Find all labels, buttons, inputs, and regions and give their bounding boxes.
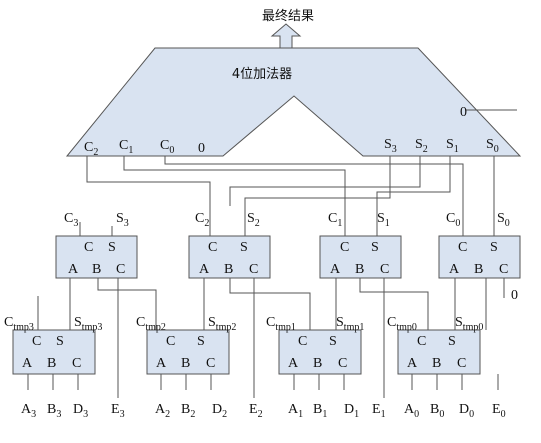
svg-text:A: A bbox=[449, 262, 460, 277]
svg-text:S: S bbox=[197, 334, 205, 349]
svg-text:A: A bbox=[199, 262, 210, 277]
input-e3: E3 bbox=[111, 402, 125, 420]
input-d2: D2 bbox=[212, 402, 227, 420]
svg-text:A: A bbox=[288, 356, 299, 371]
input-a2: A2 bbox=[155, 402, 170, 420]
bottom-adder-0: C S A B C bbox=[397, 329, 481, 375]
svg-text:B: B bbox=[313, 356, 322, 371]
top-adder-0-c-out: C0 bbox=[446, 211, 460, 229]
input-d3: D3 bbox=[73, 402, 88, 420]
svg-text:A: A bbox=[330, 262, 341, 277]
svg-text:B: B bbox=[47, 356, 56, 371]
input-e0: E0 bbox=[492, 402, 506, 420]
svg-text:C: C bbox=[84, 240, 93, 255]
svg-text:A: A bbox=[68, 262, 79, 277]
top-adder-3-s-out: S3 bbox=[116, 211, 129, 229]
top-adder-3: C S A B C bbox=[55, 222, 138, 279]
input-e1: E1 bbox=[372, 402, 386, 420]
result-label: 最终结果 bbox=[262, 8, 314, 24]
svg-text:C: C bbox=[208, 240, 217, 255]
svg-text:C: C bbox=[249, 262, 258, 277]
svg-text:S: S bbox=[329, 334, 337, 349]
svg-text:C: C bbox=[72, 356, 81, 371]
input-a1: A1 bbox=[288, 402, 303, 420]
input-d0: D0 bbox=[459, 402, 474, 420]
adder-tree-diagram: 最终结果 4位加法器 0 0 C2 C1 C0 S3 S2 S1 S0 C S … bbox=[4, 8, 522, 420]
svg-text:B: B bbox=[181, 356, 190, 371]
top-adder-2-c-out: C2 bbox=[195, 211, 209, 229]
input-b1: B1 bbox=[313, 402, 327, 420]
bottom-adder-3: C S A B C bbox=[12, 296, 96, 375]
input-d1: D1 bbox=[344, 402, 359, 420]
svg-text:C: C bbox=[32, 334, 41, 349]
svg-text:A: A bbox=[22, 356, 33, 371]
bottom-adder-2: C S A B C bbox=[146, 329, 230, 375]
svg-text:S: S bbox=[448, 334, 456, 349]
top-adder-1-s-out: S1 bbox=[377, 211, 390, 229]
top-adder-1-c-out: C1 bbox=[328, 211, 342, 229]
svg-text:C: C bbox=[417, 334, 426, 349]
bottom-adder-3-c-out: Ctmp3 bbox=[4, 315, 34, 333]
bottom-adder-1-c-out: Ctmp1 bbox=[266, 315, 296, 333]
svg-text:B: B bbox=[432, 356, 441, 371]
input-b3: B3 bbox=[47, 402, 61, 420]
adder-input-zero: 0 bbox=[460, 105, 467, 120]
adder-title: 4位加法器 bbox=[232, 67, 292, 82]
svg-text:S: S bbox=[371, 240, 379, 255]
top-adder-2: C S A B C bbox=[188, 198, 271, 279]
input-labels: A3 B3 D3 E3 A2 B2 D2 E2 A1 B1 D1 E1 A0 B… bbox=[21, 402, 506, 420]
svg-text:B: B bbox=[224, 262, 233, 277]
top-adder-0-s-out: S0 bbox=[497, 211, 510, 229]
svg-text:A: A bbox=[156, 356, 167, 371]
bottom-adder-0-c-out: Ctmp0 bbox=[387, 315, 417, 333]
svg-text:S: S bbox=[56, 334, 64, 349]
svg-text:C: C bbox=[499, 262, 508, 277]
input-a3: A3 bbox=[21, 402, 36, 420]
bottom-adder-1: C S A B C bbox=[278, 329, 362, 375]
bottom-adder-2-c-out: Ctmp2 bbox=[136, 315, 166, 333]
svg-text:C: C bbox=[380, 262, 389, 277]
result-arrow bbox=[270, 23, 302, 49]
top-adder-2-s-out: S2 bbox=[247, 211, 260, 229]
svg-text:S: S bbox=[240, 240, 248, 255]
svg-text:C: C bbox=[298, 334, 307, 349]
svg-text:C: C bbox=[166, 334, 175, 349]
svg-text:S: S bbox=[108, 240, 116, 255]
input-b0: B0 bbox=[430, 402, 444, 420]
input-a0: A0 bbox=[404, 402, 419, 420]
svg-text:S: S bbox=[490, 240, 498, 255]
svg-text:A: A bbox=[407, 356, 418, 371]
svg-text:C: C bbox=[116, 262, 125, 277]
adder-carry-in-zero: 0 bbox=[198, 141, 205, 156]
input-b2: B2 bbox=[181, 402, 195, 420]
last-carry-in-zero: 0 bbox=[511, 288, 518, 303]
svg-text:C: C bbox=[206, 356, 215, 371]
svg-text:C: C bbox=[340, 240, 349, 255]
top-adder-3-c-out: C3 bbox=[64, 211, 78, 229]
svg-text:B: B bbox=[92, 262, 101, 277]
top-adder-1: C S A B C bbox=[319, 235, 402, 279]
svg-text:C: C bbox=[458, 240, 467, 255]
svg-text:C: C bbox=[457, 356, 466, 371]
top-adder-0: C S A B C bbox=[438, 235, 521, 279]
svg-text:C: C bbox=[338, 356, 347, 371]
input-e2: E2 bbox=[249, 402, 263, 420]
svg-text:B: B bbox=[474, 262, 483, 277]
svg-text:B: B bbox=[355, 262, 364, 277]
